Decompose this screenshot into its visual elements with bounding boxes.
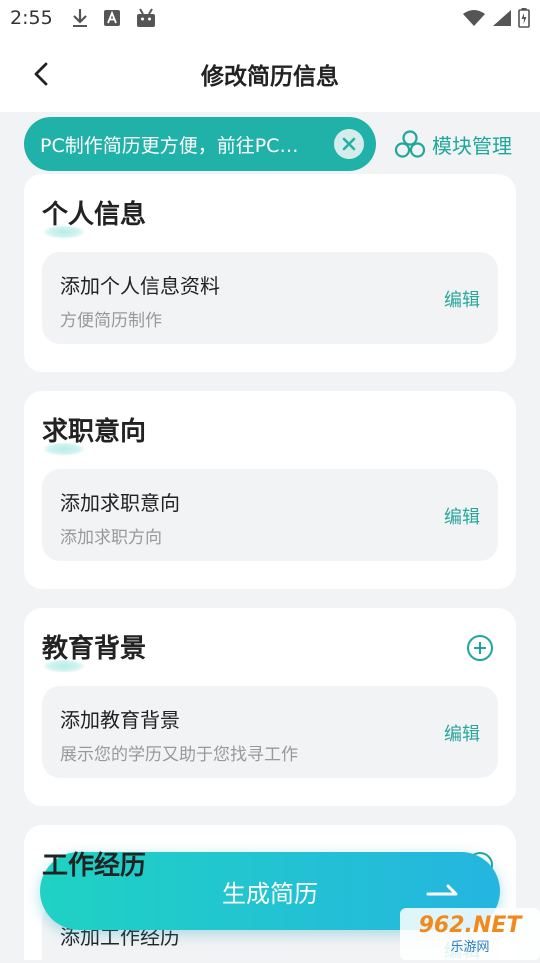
item-title: 添加个人信息资料 — [60, 274, 220, 298]
page-title: 修改简历信息 — [201, 64, 339, 90]
download-icon — [72, 9, 87, 27]
section-card-education: 教育背景 添加教育背景 展示您的学历又助于您找寻工作 编辑 — [24, 608, 516, 806]
item-subtitle: 方便简历制作 — [60, 311, 162, 331]
status-notification-icons — [71, 8, 157, 28]
add-circle-icon[interactable] — [466, 634, 494, 662]
signal-icon — [493, 10, 511, 26]
watermark-small-text: 乐游网 — [450, 940, 490, 955]
section-title: 求职意向 — [42, 411, 147, 456]
modules-icon — [394, 130, 426, 158]
banner-text: PC制作简历更方便，前往PC… — [40, 134, 299, 157]
watermark-logo: 962.NET 乐游网 — [400, 908, 540, 960]
section-title-text: 个人信息 — [42, 200, 147, 230]
section-title: 工作经历 — [42, 845, 147, 890]
banner-row: PC制作简历更方便，前往PC… 模块管理 — [24, 116, 524, 172]
edit-button[interactable]: 编辑 — [444, 286, 480, 312]
battery-icon — [518, 8, 530, 28]
close-x-glyph — [342, 137, 356, 151]
app-a-icon — [103, 10, 120, 26]
title-bar: 修改简历信息 — [0, 36, 540, 112]
section-title-text: 教育背景 — [42, 634, 147, 664]
section-title-text: 工作经历 — [42, 851, 147, 881]
section-title: 教育背景 — [42, 628, 147, 673]
item-title: 添加求职意向 — [60, 491, 180, 515]
item-title: 添加教育背景 — [60, 708, 180, 732]
section-item[interactable]: 添加个人信息资料 方便简历制作 编辑 — [42, 252, 498, 344]
edit-button[interactable]: 编辑 — [444, 720, 480, 746]
back-arrow-icon[interactable] — [28, 60, 56, 88]
module-management-button[interactable]: 模块管理 — [394, 129, 512, 159]
section-item[interactable]: 添加教育背景 展示您的学历又助于您找寻工作 编辑 — [42, 686, 498, 778]
pc-promo-banner[interactable]: PC制作简历更方便，前往PC… — [24, 117, 376, 171]
edit-button[interactable]: 编辑 — [444, 503, 480, 529]
item-subtitle: 展示您的学历又助于您找寻工作 — [60, 745, 298, 765]
status-time: 2:55 — [10, 7, 53, 29]
status-bar: 2:55 — [0, 0, 540, 36]
item-subtitle: 添加求职方向 — [60, 528, 162, 548]
module-management-label: 模块管理 — [432, 133, 512, 158]
status-system-icons — [462, 8, 530, 28]
section-title-text: 求职意向 — [42, 417, 147, 447]
section-card-job-intention: 求职意向 添加求职意向 添加求职方向 编辑 — [24, 391, 516, 589]
close-icon[interactable] — [334, 129, 364, 159]
section-card-personal-info: 个人信息 添加个人信息资料 方便简历制作 编辑 — [24, 174, 516, 372]
section-title: 个人信息 — [42, 194, 147, 239]
android-icon — [136, 8, 155, 27]
section-item[interactable]: 添加求职意向 添加求职方向 编辑 — [42, 469, 498, 561]
watermark-big-text: 962.NET — [418, 913, 522, 938]
generate-resume-label: 生成简历 — [222, 879, 318, 908]
wifi-icon — [463, 10, 485, 26]
arrow-right-icon — [426, 884, 458, 896]
